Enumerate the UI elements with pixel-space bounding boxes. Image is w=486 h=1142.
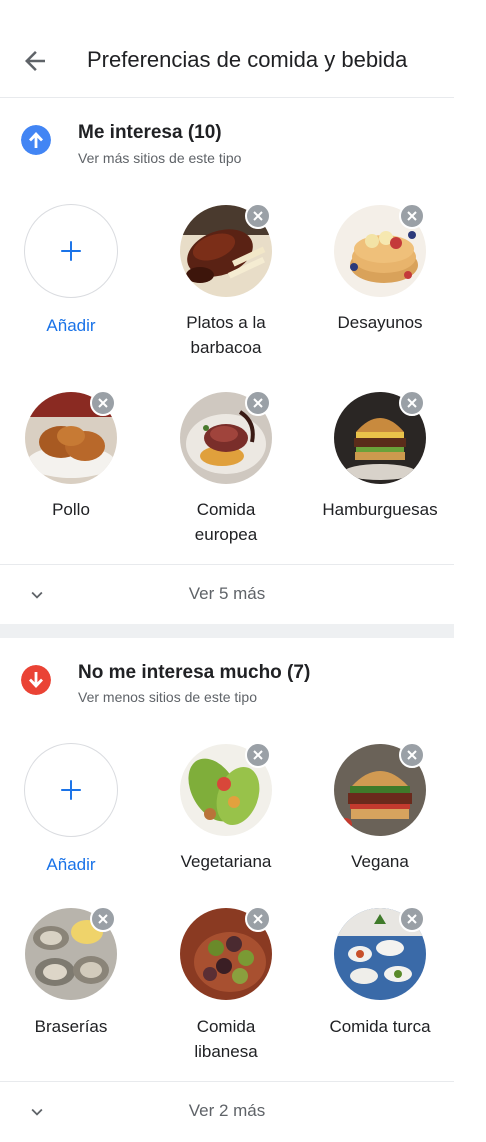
back-arrow-icon[interactable] <box>20 46 50 76</box>
food-tile-european[interactable]: Comida europea <box>151 390 301 570</box>
add-tile[interactable]: Añadir <box>0 203 146 383</box>
remove-button[interactable] <box>245 390 271 416</box>
close-icon <box>407 211 417 221</box>
food-tile-barbecue[interactable]: Platos a la barbacoa <box>151 203 301 383</box>
food-tile-brasserie[interactable]: Braserías <box>0 906 146 1086</box>
close-icon <box>98 914 108 924</box>
close-icon <box>253 211 263 221</box>
food-tile-lebanese[interactable]: Comida libanesa <box>151 906 301 1086</box>
food-tile-burgers[interactable]: Hamburguesas <box>305 390 455 570</box>
food-label-line: Hamburguesas <box>322 500 438 519</box>
remove-button[interactable] <box>399 203 425 229</box>
close-icon <box>407 398 417 408</box>
add-label[interactable]: Añadir <box>0 313 146 338</box>
remove-button[interactable] <box>245 742 271 768</box>
section-subtitle: Ver más sitios de este tipo <box>78 150 242 166</box>
food-label: Braserías <box>0 1014 146 1039</box>
food-label-line: libanesa <box>194 1042 258 1061</box>
preferences-panel: Preferencias de comida y bebida Me inter… <box>0 0 454 1142</box>
remove-button[interactable] <box>399 742 425 768</box>
close-icon <box>407 914 417 924</box>
food-label-line: Comida <box>196 1017 256 1036</box>
arrow-up-circle-icon <box>21 125 51 155</box>
remove-button[interactable] <box>399 906 425 932</box>
food-label: Hamburguesas <box>305 497 455 522</box>
food-tile-vegan[interactable]: Vegana <box>305 742 455 922</box>
food-tile-chicken[interactable]: Pollo <box>0 390 146 570</box>
food-label-line: Comida turca <box>329 1017 431 1036</box>
food-label: Comida libanesa <box>151 1014 301 1064</box>
remove-button[interactable] <box>90 390 116 416</box>
food-label: Vegana <box>305 849 455 874</box>
remove-button[interactable] <box>245 203 271 229</box>
remove-button[interactable] <box>90 906 116 932</box>
close-icon <box>253 914 263 924</box>
close-icon <box>253 750 263 760</box>
section-title: Me interesa (10) <box>78 122 222 143</box>
plus-icon <box>61 780 81 800</box>
food-label-line: europea <box>194 525 258 544</box>
food-label-line: Vegetariana <box>180 852 272 871</box>
add-tile[interactable]: Añadir <box>0 742 146 922</box>
food-label-line: Pollo <box>52 500 90 519</box>
arrow-down-circle-icon <box>21 665 51 695</box>
food-label-line: Desayunos <box>337 313 423 332</box>
app-header: Preferencias de comida y bebida <box>0 0 454 98</box>
remove-button[interactable] <box>245 906 271 932</box>
food-label: Comida europea <box>151 497 301 547</box>
food-label: Pollo <box>0 497 146 522</box>
food-label: Platos a la barbacoa <box>151 310 301 360</box>
section-subtitle: Ver menos sitios de este tipo <box>78 689 257 705</box>
food-label: Comida turca <box>305 1014 455 1039</box>
food-label-line: Vegana <box>351 852 409 871</box>
food-label-line: barbacoa <box>190 338 262 357</box>
food-tile-vegetarian[interactable]: Vegetariana <box>151 742 301 922</box>
food-tile-turkish[interactable]: Comida turca <box>305 906 455 1086</box>
plus-icon <box>61 241 81 261</box>
food-label: Vegetariana <box>151 849 301 874</box>
food-label-line: Braserías <box>34 1017 108 1036</box>
food-label-line: Platos a la <box>186 313 266 332</box>
add-label[interactable]: Añadir <box>0 852 146 877</box>
section-title: No me interesa mucho (7) <box>78 662 311 683</box>
remove-button[interactable] <box>399 390 425 416</box>
close-icon <box>407 750 417 760</box>
section-divider <box>0 624 454 638</box>
show-more-button[interactable]: Ver 5 más <box>0 564 454 622</box>
page-title: Preferencias de comida y bebida <box>87 47 408 72</box>
food-label-line: Comida <box>196 500 256 519</box>
add-button[interactable] <box>24 743 118 837</box>
show-more-label: Ver 2 más <box>188 1101 266 1120</box>
close-icon <box>253 398 263 408</box>
close-icon <box>98 398 108 408</box>
show-more-button[interactable]: Ver 2 más <box>0 1081 454 1139</box>
food-tile-breakfast[interactable]: Desayunos <box>305 203 455 383</box>
show-more-label: Ver 5 más <box>188 584 266 603</box>
add-button[interactable] <box>24 204 118 298</box>
food-label: Desayunos <box>305 310 455 335</box>
